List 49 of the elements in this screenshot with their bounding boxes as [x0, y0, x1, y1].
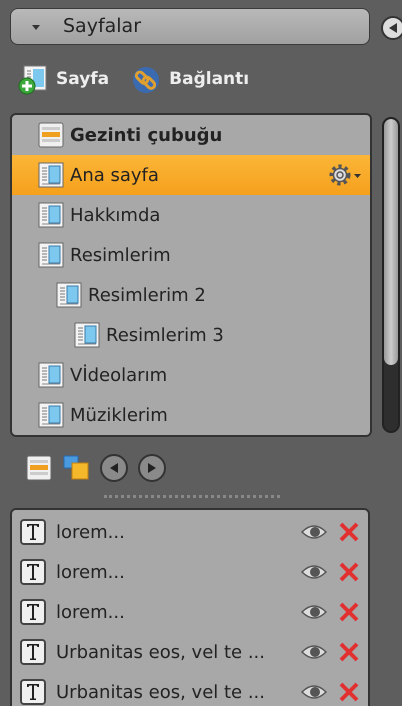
collapse-button[interactable] [381, 16, 402, 40]
element-item[interactable]: Urbanitas eos, vel te ... [12, 632, 368, 672]
text-i-icon [26, 523, 40, 541]
tree-item[interactable]: Vİdeolarım [12, 355, 370, 395]
navbar-icon[interactable] [26, 455, 52, 481]
tree-item[interactable]: Resimlerim 3 [12, 315, 370, 355]
element-item[interactable]: Urbanitas eos, vel te ... [12, 672, 368, 706]
element-label: lorem... [56, 520, 126, 544]
element-label: Urbanitas eos, vel te ... [56, 680, 266, 704]
add-link-button[interactable]: Bağlantı [131, 65, 250, 95]
text-i-icon [26, 683, 40, 701]
text-i-icon [26, 563, 40, 581]
element-item[interactable]: lorem... [12, 552, 368, 592]
tree-item[interactable]: Gezinti çubuğu [12, 115, 370, 155]
page-icon [38, 362, 64, 388]
arrow-left-icon [109, 462, 119, 474]
element-label: lorem... [56, 600, 126, 624]
previous-button[interactable] [100, 454, 128, 482]
page-icon [56, 282, 82, 308]
element-label: Urbanitas eos, vel te ... [56, 640, 266, 664]
page-icon [38, 202, 64, 228]
layers-icon[interactable] [62, 454, 90, 482]
chain-link-icon [131, 65, 162, 95]
caret-icon[interactable] [31, 22, 41, 30]
element-item[interactable]: lorem... [12, 592, 368, 632]
navbar-icon [38, 122, 64, 148]
text-i-icon [26, 643, 40, 661]
element-label: lorem... [56, 560, 126, 584]
tree-item[interactable]: Resimlerim [12, 235, 370, 275]
add-page-icon [18, 65, 48, 95]
scrollbar-thumb[interactable] [384, 119, 398, 365]
text-i-icon [26, 603, 40, 621]
element-item[interactable]: lorem... [12, 512, 368, 552]
panel-title: Sayfalar [63, 14, 142, 40]
next-button[interactable] [138, 454, 166, 482]
arrow-right-icon [147, 462, 157, 474]
page-icon [74, 322, 100, 348]
tree-item[interactable]: Ana sayfa [12, 155, 370, 195]
page-icon [38, 162, 64, 188]
tree-item[interactable]: Müziklerim [12, 395, 370, 435]
tree-item[interactable]: Hakkımda [12, 195, 370, 235]
resize-grip[interactable] [104, 495, 280, 498]
page-icon [38, 402, 64, 428]
page-icon [38, 242, 64, 268]
tree-item[interactable]: Resimlerim 2 [12, 275, 370, 315]
add-page-button[interactable]: Sayfa [18, 65, 110, 95]
gear-dropdown-icon[interactable] [328, 162, 362, 188]
scrollbar[interactable] [382, 117, 400, 433]
arrow-left-icon [388, 22, 398, 34]
